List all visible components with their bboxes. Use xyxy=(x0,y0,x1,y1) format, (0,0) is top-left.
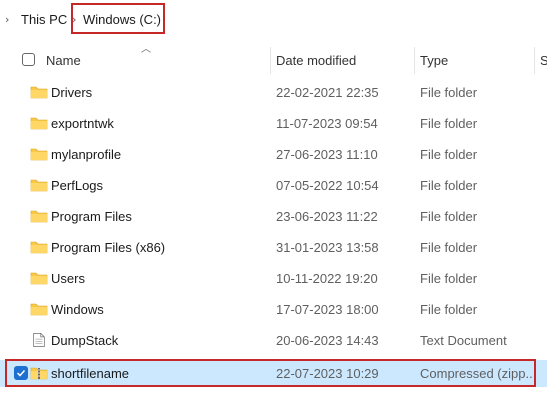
column-header-name[interactable]: Name xyxy=(46,53,81,68)
list-item[interactable]: Windows 17-07-2023 18:00 File folder xyxy=(0,294,547,325)
text-document-icon xyxy=(33,332,45,348)
breadcrumb-item-this-pc[interactable]: This PC xyxy=(21,12,67,27)
file-type: File folder xyxy=(420,85,478,100)
file-type: File folder xyxy=(420,178,478,193)
zip-folder-icon xyxy=(30,367,48,380)
file-type: Text Document xyxy=(420,333,507,348)
file-date: 22-02-2021 22:35 xyxy=(276,85,379,100)
file-name: shortfilename xyxy=(51,366,130,381)
file-name: Drivers xyxy=(51,85,93,100)
file-name: DumpStack xyxy=(51,333,119,348)
file-name: PerfLogs xyxy=(51,178,104,193)
list-item[interactable]: PerfLogs 07-05-2022 10:54 File folder xyxy=(0,170,547,201)
file-date: 20-06-2023 14:43 xyxy=(276,333,379,348)
folder-icon xyxy=(30,272,48,285)
folder-icon xyxy=(30,86,48,99)
file-date: 31-01-2023 13:58 xyxy=(276,240,379,255)
breadcrumb: › This PC › Windows (C:) xyxy=(0,0,547,40)
file-name: Windows xyxy=(51,302,104,317)
breadcrumb-highlight-box xyxy=(71,3,165,34)
column-divider[interactable] xyxy=(534,47,535,74)
file-date: 07-05-2022 10:54 xyxy=(276,178,379,193)
checkmark-icon xyxy=(16,369,26,377)
file-name: Program Files (x86) xyxy=(51,240,166,255)
file-date: 10-11-2022 19:20 xyxy=(276,271,378,286)
folder-icon xyxy=(30,148,48,161)
file-name: mylanprofile xyxy=(51,147,122,162)
file-type: File folder xyxy=(420,209,478,224)
column-header-size[interactable]: S xyxy=(540,53,547,68)
file-date: 23-06-2023 11:22 xyxy=(276,209,378,224)
chevron-right-icon[interactable]: › xyxy=(5,13,9,26)
column-header xyxy=(0,45,547,77)
file-date: 22-07-2023 10:29 xyxy=(276,366,379,381)
list-item[interactable]: exportntwk 11-07-2023 09:54 File folder xyxy=(0,108,547,139)
list-item[interactable]: Program Files 23-06-2023 11:22 File fold… xyxy=(0,201,547,232)
file-name: Users xyxy=(51,271,85,286)
file-type: File folder xyxy=(420,271,478,286)
file-date: 11-07-2023 09:54 xyxy=(276,116,378,131)
list-item[interactable]: Program Files (x86) 31-01-2023 13:58 Fil… xyxy=(0,232,547,263)
list-item[interactable]: Drivers 22-02-2021 22:35 File folder xyxy=(0,77,547,108)
select-all-checkbox[interactable] xyxy=(22,53,35,66)
list-item[interactable]: Users 10-11-2022 19:20 File folder xyxy=(0,263,547,294)
list-item-selected[interactable]: shortfilename 22-07-2023 10:29 Compresse… xyxy=(0,360,547,387)
file-type: File folder xyxy=(420,302,478,317)
row-checkbox[interactable] xyxy=(14,366,28,380)
file-name: exportntwk xyxy=(51,116,114,131)
list-item[interactable]: mylanprofile 27-06-2023 11:10 File folde… xyxy=(0,139,547,170)
file-date: 27-06-2023 11:10 xyxy=(276,147,378,162)
folder-icon xyxy=(30,179,48,192)
list-item[interactable]: DumpStack 20-06-2023 14:43 Text Document xyxy=(0,325,547,356)
folder-icon xyxy=(30,241,48,254)
file-date: 17-07-2023 18:00 xyxy=(276,302,379,317)
folder-icon xyxy=(30,117,48,130)
column-divider[interactable] xyxy=(270,47,271,74)
file-type: File folder xyxy=(420,116,478,131)
folder-icon xyxy=(30,210,48,223)
file-name: Program Files xyxy=(51,209,132,224)
column-header-date-modified[interactable]: Date modified xyxy=(276,53,356,68)
folder-icon xyxy=(30,303,48,316)
file-type: Compressed (zipp... xyxy=(420,366,537,381)
file-type: File folder xyxy=(420,147,478,162)
column-header-type[interactable]: Type xyxy=(420,53,448,68)
column-divider[interactable] xyxy=(414,47,415,74)
file-type: File folder xyxy=(420,240,478,255)
